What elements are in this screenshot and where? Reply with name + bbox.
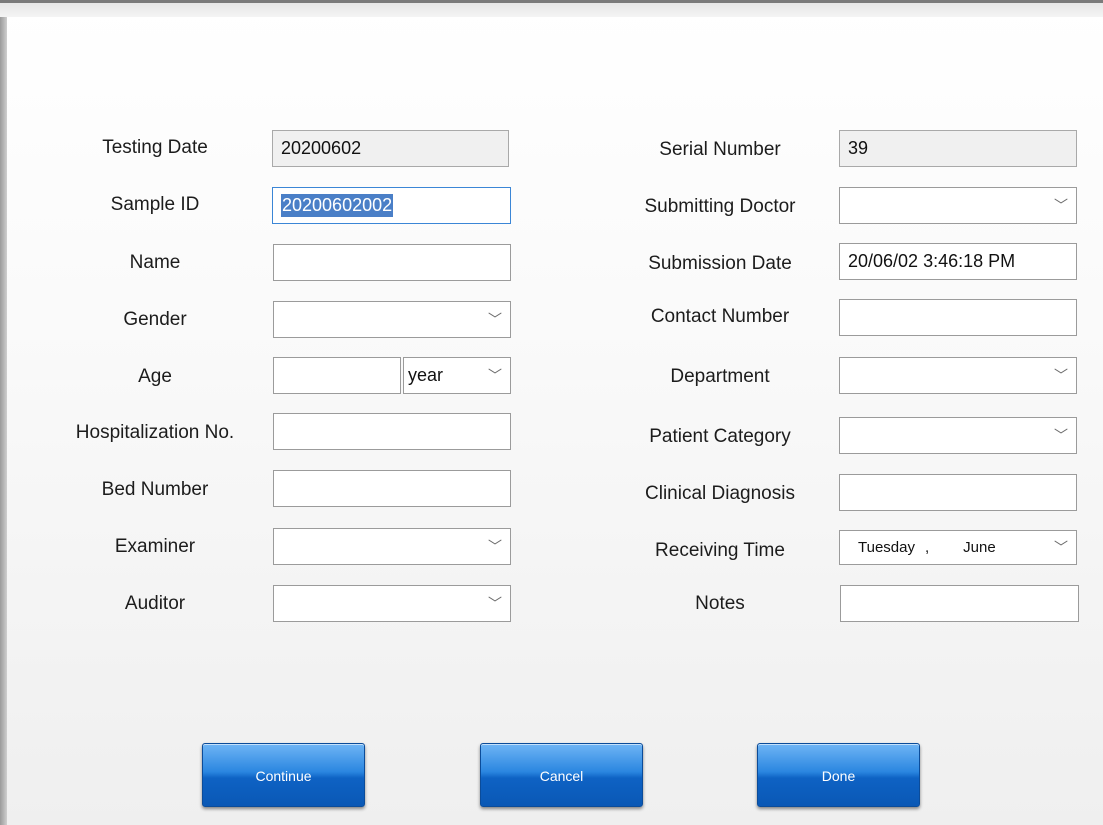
testing-date-field: 20200602 [272, 130, 509, 167]
receiving-month: June [963, 539, 996, 556]
examiner-select[interactable]: ﹀ [273, 528, 511, 565]
testing-date-label: Testing Date [102, 137, 208, 158]
submitting-doctor-label: Submitting Doctor [644, 196, 796, 217]
submitting-doctor-select[interactable]: ﹀ [839, 187, 1077, 224]
hospitalization-label: Hospitalization No. [75, 422, 235, 443]
notes-input[interactable] [840, 585, 1079, 622]
contact-number-label: Contact Number [650, 306, 790, 327]
hospitalization-input[interactable] [273, 413, 511, 450]
testing-date-value: 20200602 [281, 138, 362, 158]
chevron-down-icon: ﹀ [1054, 196, 1068, 213]
serial-number-field: 39 [839, 130, 1077, 167]
age-label: Age [138, 366, 172, 387]
done-button[interactable]: Done [757, 743, 920, 807]
sample-info-dialog: Testing Date 20200602 Sample ID 20200602… [0, 0, 1103, 825]
submission-date-value: 20/06/02 3:46:18 PM [848, 251, 1016, 271]
auditor-label: Auditor [124, 593, 186, 614]
serial-number-label: Serial Number [659, 139, 781, 160]
name-input[interactable] [273, 244, 511, 281]
patient-category-label: Patient Category [649, 426, 791, 447]
bed-number-input[interactable] [273, 470, 511, 507]
receiving-day: Tuesday [858, 539, 915, 556]
gender-label: Gender [123, 309, 187, 330]
gender-select[interactable]: ﹀ [273, 301, 511, 338]
continue-button[interactable]: Continue [202, 743, 365, 807]
contact-number-input[interactable] [839, 299, 1077, 336]
department-select[interactable]: ﹀ [839, 357, 1077, 394]
examiner-label: Examiner [114, 536, 196, 557]
receiving-separator: , [924, 539, 930, 556]
chevron-down-icon: ﹀ [488, 310, 502, 327]
chevron-down-icon: ﹀ [488, 594, 502, 611]
sample-id-value: 20200602002 [281, 194, 394, 217]
age-unit-value: year [408, 365, 444, 385]
cancel-button[interactable]: Cancel [480, 743, 643, 807]
chevron-down-icon: ﹀ [488, 537, 502, 554]
name-label: Name [129, 252, 181, 273]
notes-label: Notes [695, 593, 745, 614]
auditor-select[interactable]: ﹀ [273, 585, 511, 622]
patient-category-select[interactable]: ﹀ [839, 417, 1077, 454]
chevron-down-icon: ﹀ [1054, 366, 1068, 383]
submission-date-label: Submission Date [648, 253, 792, 274]
clinical-diagnosis-label: Clinical Diagnosis [645, 483, 795, 504]
clinical-diagnosis-input[interactable] [839, 474, 1077, 511]
chevron-down-icon: ﹀ [1054, 538, 1068, 555]
receiving-time-label: Receiving Time [655, 540, 785, 561]
chevron-down-icon: ﹀ [1054, 426, 1068, 443]
sample-id-label: Sample ID [110, 194, 200, 215]
serial-number-value: 39 [848, 138, 869, 158]
chevron-down-icon: ﹀ [488, 366, 502, 383]
age-input[interactable] [273, 357, 401, 394]
submission-date-field[interactable]: 20/06/02 3:46:18 PM [839, 243, 1077, 280]
bed-number-label: Bed Number [101, 479, 209, 500]
age-unit-select[interactable]: year ﹀ [403, 357, 511, 394]
department-label: Department [670, 366, 770, 387]
sample-id-input[interactable]: 20200602002 [272, 187, 511, 224]
receiving-time-picker[interactable]: Tuesday , June ﹀ [839, 530, 1077, 565]
